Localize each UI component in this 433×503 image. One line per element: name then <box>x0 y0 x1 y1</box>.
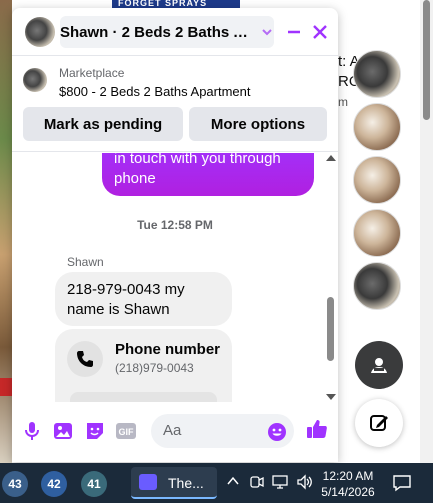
phone-icon <box>67 341 103 377</box>
marketplace-listing-card: Marketplace $800 - 2 Beds 2 Baths Apartm… <box>12 56 338 152</box>
chat-head-avatar[interactable] <box>353 262 401 310</box>
more-options-button[interactable]: More options <box>189 107 327 141</box>
chat-header: Shawn · 2 Beds 2 Baths Ap... <box>12 8 338 56</box>
background-page-left-edge <box>0 0 12 463</box>
clock-date: 5/14/2026 <box>321 485 375 499</box>
weather-widget[interactable]: 42 <box>41 471 67 497</box>
message-list: in touch with you through phone Tue 12:5… <box>12 153 338 402</box>
chat-head-avatar[interactable] <box>353 156 401 204</box>
photo-icon[interactable] <box>52 420 74 442</box>
contact-avatar[interactable] <box>25 17 55 47</box>
message-timestamp: Tue 12:58 PM <box>137 218 213 232</box>
scroll-up-arrow-icon[interactable] <box>326 155 336 161</box>
weather-temp: 42 <box>47 477 61 491</box>
video-app-icon <box>139 474 157 490</box>
listing-title[interactable]: $800 - 2 Beds 2 Baths Apartment <box>59 84 251 99</box>
volume-icon[interactable] <box>296 474 314 493</box>
phone-card-action[interactable] <box>70 392 217 402</box>
chevron-down-icon <box>260 25 274 44</box>
outgoing-message[interactable]: in touch with you through phone <box>102 153 314 196</box>
message-composer: GIF Aa <box>12 405 338 462</box>
compose-icon <box>370 415 388 431</box>
message-scrollbar-thumb[interactable] <box>327 297 334 361</box>
chat-head-avatar[interactable] <box>353 50 401 98</box>
microphone-icon[interactable] <box>21 420 43 442</box>
chat-head-avatar[interactable] <box>353 103 401 151</box>
chat-title: Shawn · 2 Beds 2 Baths Ap... <box>60 23 250 41</box>
contacts-icon <box>371 358 387 373</box>
notification-icon[interactable] <box>392 474 412 497</box>
network-icon[interactable] <box>272 474 290 493</box>
svg-text:GIF: GIF <box>119 427 135 437</box>
close-button[interactable] <box>309 21 331 43</box>
phone-number-card[interactable]: Phone number (218)979-0043 <box>55 329 232 402</box>
taskbar-app-label: The... <box>168 475 204 491</box>
minimize-icon <box>288 30 300 34</box>
new-message-button[interactable] <box>355 399 403 447</box>
page-scrollbar[interactable] <box>420 0 433 463</box>
marketplace-label: Marketplace <box>59 66 125 80</box>
background-banner-text: FORGET SPRAYS <box>118 0 208 8</box>
page-scrollbar-thumb[interactable] <box>423 0 430 120</box>
weather-temp: 41 <box>87 477 101 491</box>
system-clock[interactable]: 12:20 AM 5/14/2026 <box>316 468 380 500</box>
message-scrollbar[interactable] <box>324 153 338 402</box>
meet-now-icon[interactable] <box>249 474 265 493</box>
mark-as-pending-button[interactable]: Mark as pending <box>23 107 183 141</box>
chat-head-avatar[interactable] <box>353 209 401 257</box>
weather-widget[interactable]: 43 <box>2 471 28 497</box>
listing-thumbnail[interactable] <box>23 68 47 92</box>
gif-icon[interactable]: GIF <box>115 420 137 442</box>
close-icon <box>313 25 327 39</box>
sender-name: Shawn <box>67 255 104 269</box>
minimize-button[interactable] <box>283 21 305 43</box>
phone-card-title: Phone number <box>115 341 221 358</box>
thumbs-up-icon[interactable] <box>305 417 329 446</box>
scroll-down-arrow-icon[interactable] <box>326 394 336 400</box>
incoming-message[interactable]: 218-979-0043 my name is Shawn <box>55 272 232 326</box>
emoji-icon[interactable] <box>267 422 287 447</box>
phone-card-number: (218)979-0043 <box>115 361 194 375</box>
chat-window: Shawn · 2 Beds 2 Baths Ap... Marketplace… <box>12 8 338 462</box>
sticker-icon[interactable] <box>84 420 106 442</box>
clock-time: 12:20 AM <box>322 469 374 483</box>
taskbar-app-button[interactable]: The... <box>131 467 217 499</box>
chevron-up-icon[interactable] <box>226 474 240 491</box>
taskbar: 43 42 41 The... 12:20 AM 5/14/2026 <box>0 463 433 503</box>
contacts-button[interactable] <box>355 341 403 389</box>
chat-title-button[interactable]: Shawn · 2 Beds 2 Baths Ap... <box>60 16 274 48</box>
weather-widget[interactable]: 41 <box>81 471 107 497</box>
weather-temp: 43 <box>8 477 22 491</box>
chat-heads-column <box>353 50 405 315</box>
